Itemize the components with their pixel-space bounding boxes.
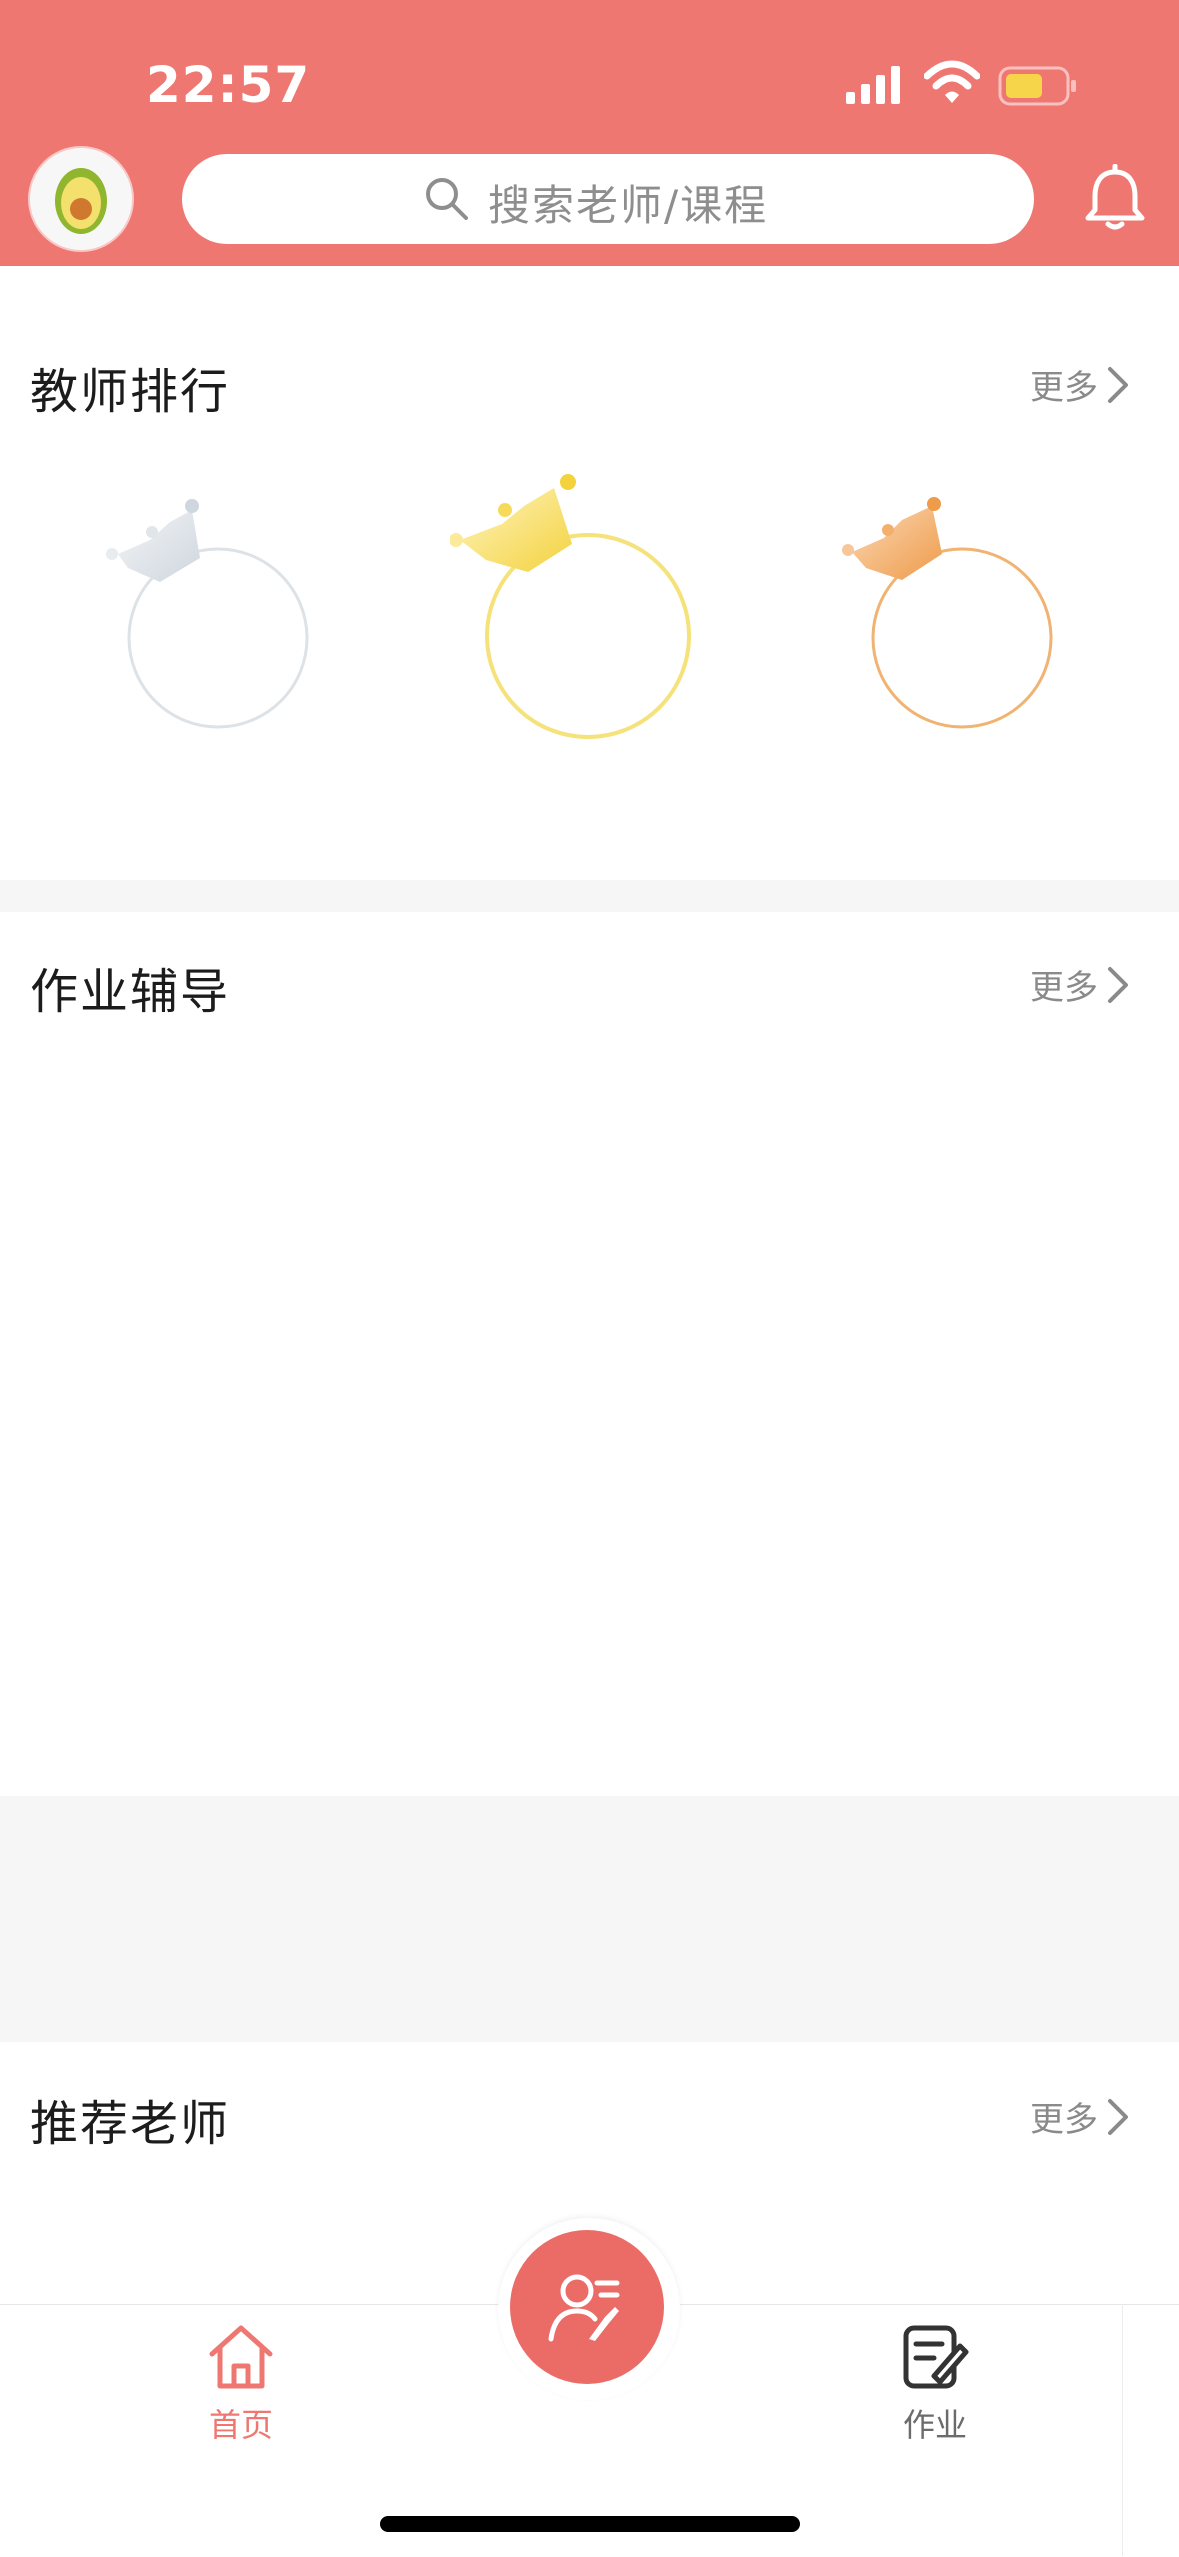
more-label: 更多 <box>1030 2100 1098 2140</box>
wifi-icon <box>924 60 980 103</box>
section-title-homework-help: 作业辅导 <box>30 964 231 1020</box>
status-time: 22:57 <box>146 56 311 114</box>
center-action-button-ring <box>498 2218 680 2400</box>
search-icon <box>426 178 468 220</box>
section-divider <box>0 880 1179 912</box>
chevron-right-icon <box>1108 2098 1128 2135</box>
tab-homework-label: 作业 <box>902 2406 967 2444</box>
battery-icon <box>998 66 1076 106</box>
chevron-right-icon <box>1108 366 1128 403</box>
tabbar-edge-line <box>1122 2304 1123 2556</box>
teacher-icon <box>548 2274 620 2342</box>
edit-note-icon <box>903 2325 969 2389</box>
rank-1-slot[interactable] <box>449 468 710 748</box>
section-title-teacher-ranking: 教师排行 <box>30 364 231 420</box>
search-input[interactable]: 搜索老师/课程 <box>182 154 1034 244</box>
crown-icon <box>449 474 576 572</box>
recommended-teachers-more-link[interactable]: 更多 <box>1030 2092 1130 2141</box>
tab-home[interactable]: 首页 <box>186 2320 296 2446</box>
bell-icon[interactable] <box>1080 164 1150 234</box>
silver-crown-avatar <box>106 499 309 729</box>
chevron-right-icon <box>1108 966 1128 1003</box>
rank-3-slot[interactable] <box>842 492 1072 742</box>
tab-home-label: 首页 <box>208 2406 273 2444</box>
more-label: 更多 <box>1030 368 1098 408</box>
user-avatar[interactable] <box>30 148 132 250</box>
search-placeholder: 搜索老师/课程 <box>488 181 769 230</box>
home-indicator <box>380 2516 800 2532</box>
section-title-recommended-teachers: 推荐老师 <box>30 2096 231 2152</box>
cellular-signal-icon <box>846 66 900 104</box>
center-action-button[interactable] <box>510 2230 664 2384</box>
bronze-crown-avatar <box>842 497 1053 729</box>
home-icon <box>209 2325 273 2389</box>
crown-icon <box>106 499 200 582</box>
gold-crown-avatar <box>449 474 691 739</box>
more-label: 更多 <box>1030 968 1098 1008</box>
homework-help-more-link[interactable]: 更多 <box>1030 960 1130 1009</box>
section-divider-large <box>0 1796 1179 2042</box>
avatar-avocado-icon <box>55 168 107 234</box>
tab-homework[interactable]: 作业 <box>880 2322 990 2446</box>
top-header: 22:57 搜索老师/课程 <box>0 0 1179 266</box>
rank-2-slot[interactable] <box>100 490 320 740</box>
teacher-ranking-more-link[interactable]: 更多 <box>1030 360 1130 409</box>
crown-icon <box>842 497 942 580</box>
